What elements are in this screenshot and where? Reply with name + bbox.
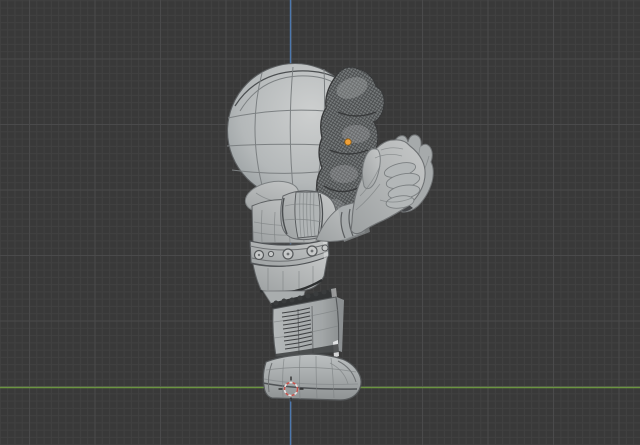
shoe: [262, 353, 362, 401]
viewport-canvas[interactable]: [0, 0, 640, 445]
object-origin-dot: [344, 138, 352, 146]
viewport-3d[interactable]: [0, 0, 640, 445]
